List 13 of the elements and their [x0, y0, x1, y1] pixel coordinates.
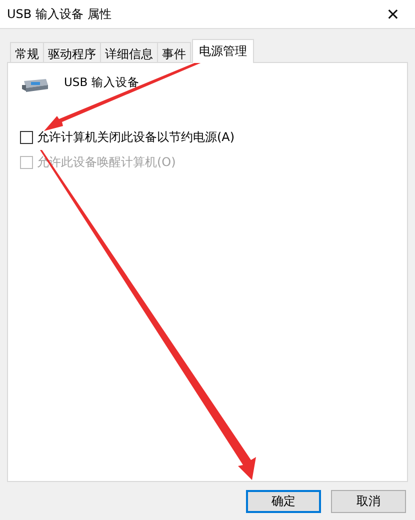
tab[interactable]: 事件 [157, 42, 191, 62]
checkbox[interactable] [20, 131, 33, 144]
device-name: USB 输入设备 [64, 74, 140, 90]
window-title: USB 输入设备 属性 [7, 6, 112, 22]
tab[interactable]: 详细信息 [100, 42, 158, 62]
close-button[interactable]: ✕ [371, 0, 415, 28]
ok-button[interactable]: 确定 [246, 490, 321, 513]
checkbox-label[interactable]: 允许计算机关闭此设备以节约电源(A) [37, 129, 235, 146]
keyboard-icon [20, 77, 50, 95]
tab[interactable]: 常规 [10, 42, 44, 62]
cancel-button[interactable]: 取消 [331, 490, 406, 513]
tab[interactable]: 电源管理 [192, 39, 254, 63]
tab[interactable]: 驱动程序 [43, 42, 101, 62]
